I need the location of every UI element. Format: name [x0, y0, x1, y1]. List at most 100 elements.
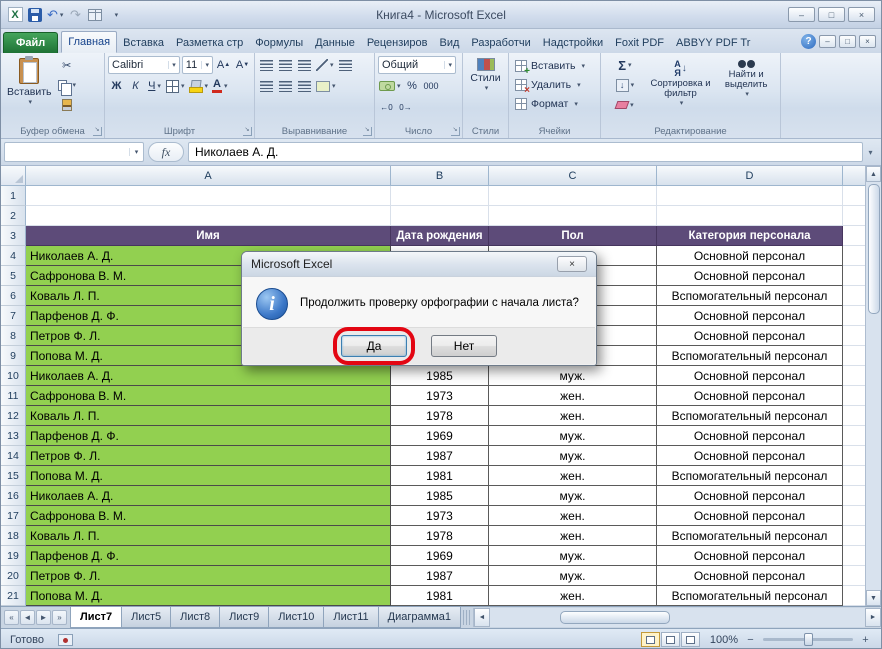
- cell-D2[interactable]: [657, 206, 843, 226]
- ribbon-tab-Файл[interactable]: Файл: [3, 32, 58, 53]
- bold-button[interactable]: Ж: [108, 77, 125, 95]
- sheet-tab-Лист5[interactable]: Лист5: [121, 607, 171, 628]
- cell-A16[interactable]: Николаев А. Д.: [26, 486, 391, 506]
- first-sheet-icon[interactable]: «: [4, 610, 19, 625]
- save-button[interactable]: [27, 6, 43, 24]
- italic-button[interactable]: К: [127, 77, 144, 95]
- cell-D21[interactable]: Вспомогательный персонал: [657, 586, 843, 606]
- sheet-tab-Лист8[interactable]: Лист8: [170, 607, 220, 628]
- cell-B16[interactable]: 1985: [391, 486, 489, 506]
- cell-A21[interactable]: Попова М. Д.: [26, 586, 391, 606]
- fill-color-button[interactable]: ▾: [188, 77, 210, 95]
- yes-button[interactable]: Да: [341, 335, 407, 357]
- row-header-9[interactable]: 9: [1, 346, 26, 366]
- clipboard-dialog-launcher[interactable]: ↘: [93, 127, 102, 136]
- last-sheet-icon[interactable]: »: [52, 610, 67, 625]
- cell-D7[interactable]: Основной персонал: [657, 306, 843, 326]
- scroll-right-icon[interactable]: ►: [865, 608, 881, 627]
- font-family-combo[interactable]: Calibri▾: [108, 56, 180, 74]
- cell-E12[interactable]: [843, 406, 867, 426]
- dialog-close-icon[interactable]: ×: [557, 256, 587, 272]
- cell-A2[interactable]: [26, 206, 391, 226]
- copy-button[interactable]: ▾: [57, 76, 78, 94]
- select-all-corner[interactable]: [1, 166, 26, 186]
- row-header-17[interactable]: 17: [1, 506, 26, 526]
- row-header-11[interactable]: 11: [1, 386, 26, 406]
- cell-D5[interactable]: Основной персонал: [657, 266, 843, 286]
- zoom-slider-thumb[interactable]: [804, 633, 813, 646]
- quick-print-button[interactable]: [87, 6, 103, 24]
- sheet-tab-Лист9[interactable]: Лист9: [219, 607, 269, 628]
- cell-E15[interactable]: [843, 466, 867, 486]
- underline-button[interactable]: Ч▾: [146, 77, 163, 95]
- cell-C3[interactable]: Пол: [489, 226, 657, 246]
- cell-C17[interactable]: жен.: [489, 506, 657, 526]
- cell-C11[interactable]: жен.: [489, 386, 657, 406]
- paste-button[interactable]: Вставить ▾: [4, 56, 55, 124]
- cell-A3[interactable]: Имя: [26, 226, 391, 246]
- align-middle-button[interactable]: [277, 56, 294, 74]
- cell-A18[interactable]: Коваль Л. П.: [26, 526, 391, 546]
- customize-qat-button[interactable]: ▾: [107, 6, 123, 24]
- cell-B11[interactable]: 1973: [391, 386, 489, 406]
- row-header-21[interactable]: 21: [1, 586, 26, 606]
- sheet-tab-Лист7[interactable]: Лист7: [70, 607, 122, 628]
- cell-E9[interactable]: [843, 346, 867, 366]
- prev-sheet-icon[interactable]: ◄: [20, 610, 35, 625]
- borders-button[interactable]: ▾: [165, 77, 186, 95]
- row-header-7[interactable]: 7: [1, 306, 26, 326]
- close-button[interactable]: ×: [848, 7, 875, 22]
- cell-C18[interactable]: жен.: [489, 526, 657, 546]
- cell-D8[interactable]: Основной персонал: [657, 326, 843, 346]
- row-header-1[interactable]: 1: [1, 186, 26, 206]
- cell-D4[interactable]: Основной персонал: [657, 246, 843, 266]
- cell-C12[interactable]: жен.: [489, 406, 657, 426]
- orientation-button[interactable]: ▾: [315, 56, 335, 74]
- zoom-out-icon[interactable]: −: [744, 633, 757, 646]
- workbook-minimize-button[interactable]: –: [819, 35, 836, 48]
- ribbon-tab-Рецензиров[interactable]: Рецензиров: [361, 33, 434, 53]
- cell-B13[interactable]: 1969: [391, 426, 489, 446]
- cell-D11[interactable]: Основной персонал: [657, 386, 843, 406]
- cell-B2[interactable]: [391, 206, 489, 226]
- cell-D12[interactable]: Вспомогательный персонал: [657, 406, 843, 426]
- sheet-tab-Лист10[interactable]: Лист10: [268, 607, 324, 628]
- cell-E14[interactable]: [843, 446, 867, 466]
- ribbon-tab-Надстройки[interactable]: Надстройки: [537, 33, 609, 53]
- cell-D1[interactable]: [657, 186, 843, 206]
- ribbon-tab-Разработчи[interactable]: Разработчи: [465, 33, 536, 53]
- styles-button[interactable]: Стили ▾: [467, 56, 503, 124]
- cell-B20[interactable]: 1987: [391, 566, 489, 586]
- cell-B12[interactable]: 1978: [391, 406, 489, 426]
- row-header-8[interactable]: 8: [1, 326, 26, 346]
- format-cells-button[interactable]: Формат▾: [512, 94, 597, 113]
- minimize-button[interactable]: –: [788, 7, 815, 22]
- cell-D3[interactable]: Категория персонала: [657, 226, 843, 246]
- row-header-2[interactable]: 2: [1, 206, 26, 226]
- cell-E6[interactable]: [843, 286, 867, 306]
- insert-cells-button[interactable]: Вставить▾: [512, 56, 597, 75]
- align-center-button[interactable]: [277, 77, 294, 95]
- cell-E4[interactable]: [843, 246, 867, 266]
- zoom-in-icon[interactable]: +: [859, 633, 872, 646]
- row-header-19[interactable]: 19: [1, 546, 26, 566]
- cell-B19[interactable]: 1969: [391, 546, 489, 566]
- cell-C20[interactable]: муж.: [489, 566, 657, 586]
- column-header-D[interactable]: D: [657, 166, 843, 186]
- format-painter-button[interactable]: [57, 96, 78, 114]
- row-header-10[interactable]: 10: [1, 366, 26, 386]
- ribbon-tab-Вставка[interactable]: Вставка: [117, 33, 170, 53]
- cell-E19[interactable]: [843, 546, 867, 566]
- scroll-up-icon[interactable]: ▲: [866, 166, 881, 182]
- cell-E18[interactable]: [843, 526, 867, 546]
- row-header-20[interactable]: 20: [1, 566, 26, 586]
- tab-split-handle[interactable]: [463, 610, 470, 625]
- row-header-12[interactable]: 12: [1, 406, 26, 426]
- maximize-button[interactable]: □: [818, 7, 845, 22]
- ribbon-tab-Формулы[interactable]: Формулы: [249, 33, 309, 53]
- cell-E1[interactable]: [843, 186, 867, 206]
- cell-C14[interactable]: муж.: [489, 446, 657, 466]
- name-box[interactable]: ▾: [4, 142, 144, 162]
- column-header-B[interactable]: B: [391, 166, 489, 186]
- cut-button[interactable]: ✂: [57, 56, 78, 74]
